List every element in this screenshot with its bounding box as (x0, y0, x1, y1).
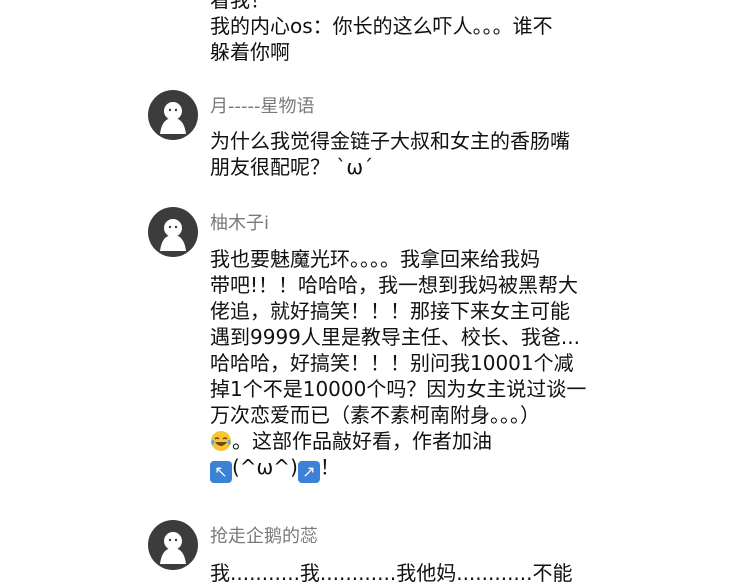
comment-feed: 看我！ 我的内心os：你长的这么吓人。。。谁不 躲着你啊 月-----星物语 为… (0, 0, 750, 586)
up-right-arrow-icon: ↗ (297, 461, 320, 483)
comment-text: (^ω^) (232, 455, 298, 479)
username[interactable]: 抢走企鹅的蕊 (210, 522, 318, 548)
avatar[interactable] (148, 207, 198, 257)
comment-line: 哈哈哈，好搞笑！！！别问我10001个减 (210, 351, 574, 375)
comment-text: ！ (319, 455, 340, 479)
comment-line: 。这部作品敲好看，作者加油 (210, 428, 630, 454)
username[interactable]: 月-----星物语 (210, 92, 314, 118)
comment-line: 躲着你啊 (210, 40, 290, 64)
comment-body: 我...........我............我他妈............… (210, 560, 630, 586)
comment-text: 。这部作品敲好看，作者加油 (232, 429, 492, 453)
comment-line: ↖ (^ω^) ↗！ (210, 454, 630, 483)
avatar[interactable] (148, 90, 198, 140)
comment-line: 万次恋爱而已（素不素柯南附身。。。） (210, 403, 540, 427)
face-with-tears-of-joy-icon (211, 431, 231, 451)
comment-line: 朋友很配呢？ `ω´ (210, 155, 374, 179)
comment-body: 看我！ 我的内心os：你长的这么吓人。。。谁不 躲着你啊 (210, 0, 630, 65)
avatar[interactable] (148, 520, 198, 570)
comment-body: 我也要魅魔光环。。。。我拿回来给我妈 带吧!！！哈哈哈，我一想到我妈被黑帮大 佬… (210, 246, 630, 483)
comment-body: 为什么我觉得金链子大叔和女主的香肠嘴 朋友很配呢？ `ω´ (210, 128, 630, 180)
comment-line: 掉1个不是10000个吗？因为女主说过谈一 (210, 377, 587, 401)
default-avatar-icon (160, 532, 186, 564)
comment-line: 我的内心os：你长的这么吓人。。。谁不 (210, 14, 553, 38)
comment-line: 带吧!！！哈哈哈，我一想到我妈被黑帮大 (210, 273, 579, 297)
default-avatar-icon (160, 102, 186, 134)
comment-line: 遇到9999人里是教导主任、校长、我爸... (210, 325, 580, 349)
comment-line: 佬追，就好搞笑！！！那接下来女主可能 (210, 299, 570, 323)
username[interactable]: 柚木子i (210, 209, 269, 235)
default-avatar-icon (160, 219, 186, 251)
comment-line: 看我！ (210, 0, 270, 12)
comment-line: 我也要魅魔光环。。。。我拿回来给我妈 (210, 247, 540, 271)
comment-line: 为什么我觉得金链子大叔和女主的香肠嘴 (210, 129, 570, 153)
comment-line: 我...........我............我他妈............… (210, 561, 573, 585)
up-left-arrow-icon: ↖ (210, 461, 232, 483)
